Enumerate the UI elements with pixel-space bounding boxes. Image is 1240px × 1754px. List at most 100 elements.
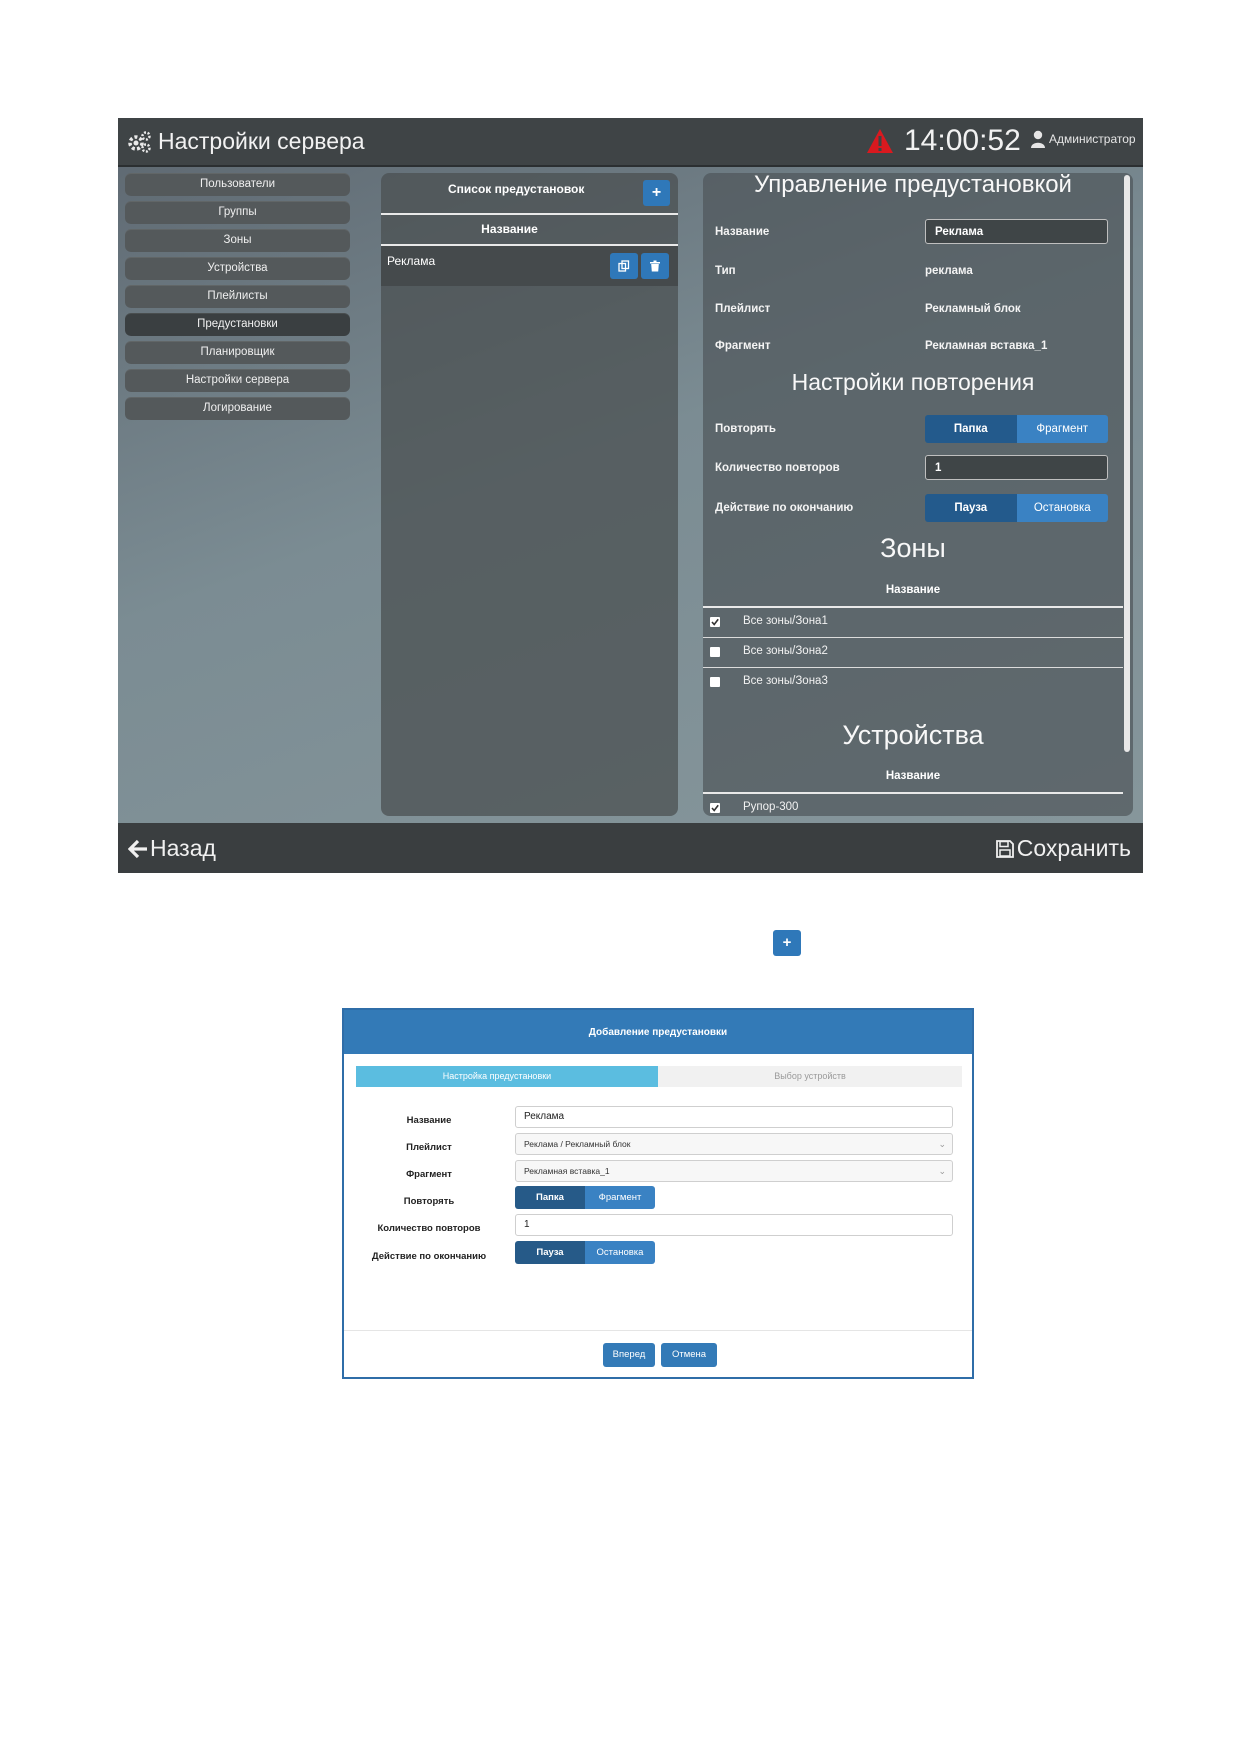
count-input[interactable]: 1 <box>515 1214 953 1236</box>
device-label: Рупор-300 <box>743 801 799 813</box>
fragment-label: Фрагмент <box>715 340 771 352</box>
playlist-selected: Реклама / Рекламный блок <box>524 1139 631 1149</box>
sidebar-item-logging[interactable]: Логирование <box>125 397 350 420</box>
add-preset-dialog: Добавление предустановки Настройка преду… <box>342 1008 974 1379</box>
devices-column-header: Название <box>885 770 941 782</box>
zone-label: Все зоны/Зона2 <box>743 645 828 657</box>
preset-list-title: Список предустановок <box>448 182 585 196</box>
zones-title: Зоны <box>880 533 946 563</box>
warning-icon[interactable] <box>866 128 894 154</box>
save-button[interactable]: Сохранить <box>995 835 1131 862</box>
playlist-select[interactable]: Реклама / Рекламный блок ⌄ <box>515 1133 953 1155</box>
table-row[interactable]: Реклама <box>381 246 678 286</box>
user-name: Администратор <box>1049 132 1136 146</box>
wizard-steps: Настройка предустановки Выбор устройств <box>356 1066 962 1087</box>
sidebar-item-scheduler[interactable]: Планировщик <box>125 341 350 364</box>
name-input[interactable]: Реклама <box>515 1106 953 1128</box>
device-checkbox[interactable] <box>710 803 720 813</box>
chevron-down-icon: ⌄ <box>938 1166 946 1176</box>
user-menu[interactable]: Администратор <box>1030 130 1136 148</box>
sidebar-item-playlists[interactable]: Плейлисты <box>125 285 350 308</box>
zone-label: Все зоны/Зона1 <box>743 615 828 627</box>
page-title: Настройки сервера <box>158 128 365 154</box>
check-icon <box>711 804 719 812</box>
next-button[interactable]: Вперед <box>603 1343 655 1367</box>
end-action-toggle: Пауза Остановка <box>515 1241 655 1264</box>
cancel-button[interactable]: Отмена <box>661 1343 717 1367</box>
devices-title: Устройства <box>842 720 984 750</box>
check-icon <box>711 618 719 626</box>
zone1-checkbox[interactable] <box>710 617 720 627</box>
list-item[interactable]: Все зоны/Зона3 <box>703 668 1123 697</box>
sidebar-item-users[interactable]: Пользователи <box>125 173 350 196</box>
end-action-toggle: Пауза Остановка <box>925 494 1108 522</box>
copy-button[interactable] <box>610 253 638 279</box>
repeat-folder-option[interactable]: Папка <box>515 1186 585 1209</box>
arrow-left-icon <box>128 839 147 858</box>
sidebar-item-server-settings[interactable]: Настройки сервера <box>125 369 350 392</box>
playlist-label: Плейлист <box>715 303 771 315</box>
repeat-fragment-option[interactable]: Фрагмент <box>585 1186 655 1209</box>
end-action-label: Действие по окончанию <box>371 1251 487 1262</box>
bottom-bar: Назад Сохранить <box>118 823 1143 873</box>
preset-name: Реклама <box>387 254 436 268</box>
fragment-select[interactable]: Рекламная вставка_1 ⌄ <box>515 1160 953 1182</box>
list-item[interactable]: Все зоны/Зона2 <box>703 638 1123 668</box>
repeat-fragment-option[interactable]: Фрагмент <box>1016 415 1108 443</box>
name-field[interactable]: Реклама <box>925 219 1108 244</box>
repeat-section-title: Настройки повторения <box>791 369 1035 395</box>
divider <box>344 1330 972 1331</box>
delete-button[interactable] <box>641 253 669 279</box>
list-item[interactable]: Рупор-300 <box>703 794 1123 816</box>
count-label: Количество повторов <box>377 1223 481 1234</box>
chevron-down-icon: ⌄ <box>938 1139 946 1149</box>
save-label: Сохранить <box>1016 835 1131 861</box>
sidebar-item-zones[interactable]: Зоны <box>125 229 350 252</box>
zone-label: Все зоны/Зона3 <box>743 675 828 687</box>
user-icon <box>1031 130 1045 148</box>
playlist-label: Плейлист <box>406 1142 452 1153</box>
zone2-checkbox[interactable] <box>710 647 720 657</box>
preset-list-header: Список предустановок + <box>381 173 678 215</box>
count-field[interactable]: 1 <box>925 455 1108 480</box>
sidebar-item-groups[interactable]: Группы <box>125 201 350 224</box>
repeat-folder-option[interactable]: Папка <box>925 415 1017 443</box>
preset-detail-panel: Управление предустановкой Название Рекла… <box>703 173 1133 816</box>
scrollbar[interactable] <box>1124 175 1130 752</box>
end-stop-option[interactable]: Остановка <box>1016 494 1108 522</box>
end-action-label: Действие по окончанию <box>715 502 854 514</box>
end-pause-option[interactable]: Пауза <box>515 1241 585 1264</box>
type-label: Тип <box>715 265 736 277</box>
sidebar-item-devices[interactable]: Устройства <box>125 257 350 280</box>
repeat-label: Повторять <box>403 1196 455 1207</box>
gears-icon <box>128 130 151 153</box>
end-pause-option[interactable]: Пауза <box>925 494 1017 522</box>
fragment-selected: Рекламная вставка_1 <box>524 1166 610 1176</box>
preset-list-column-header: Название <box>381 215 678 246</box>
back-button[interactable]: Назад <box>128 835 216 862</box>
add-preset-button[interactable]: + <box>643 180 670 206</box>
floppy-icon <box>995 839 1014 858</box>
repeat-label: Повторять <box>715 423 776 435</box>
repeat-toggle: Папка Фрагмент <box>925 415 1108 443</box>
name-label: Название <box>406 1115 452 1126</box>
back-label: Назад <box>150 835 216 861</box>
zone3-checkbox[interactable] <box>710 677 720 687</box>
fragment-value: Рекламная вставка_1 <box>925 340 1048 352</box>
clock: 14:00:52 <box>904 124 1021 157</box>
step-preset-settings[interactable]: Настройка предустановки <box>356 1066 666 1087</box>
server-settings-window: Настройки сервера 14:00:52 Администратор… <box>118 118 1143 873</box>
sidebar-item-presets[interactable]: Предустановки <box>125 313 350 336</box>
count-label: Количество повторов <box>715 462 840 474</box>
repeat-toggle: Папка Фрагмент <box>515 1186 655 1209</box>
sidebar: Пользователи Группы Зоны Устройства Плей… <box>125 173 350 425</box>
type-value: реклама <box>925 265 973 277</box>
name-label: Название <box>715 226 770 238</box>
fragment-label: Фрагмент <box>406 1169 452 1180</box>
zones-column-header: Название <box>885 584 941 596</box>
add-preset-button-example[interactable]: + <box>773 930 801 956</box>
step-device-selection[interactable]: Выбор устройств <box>658 1066 962 1087</box>
dialog-title: Добавление предустановки <box>344 1010 972 1054</box>
list-item[interactable]: Все зоны/Зона1 <box>703 608 1123 638</box>
end-stop-option[interactable]: Остановка <box>585 1241 655 1264</box>
